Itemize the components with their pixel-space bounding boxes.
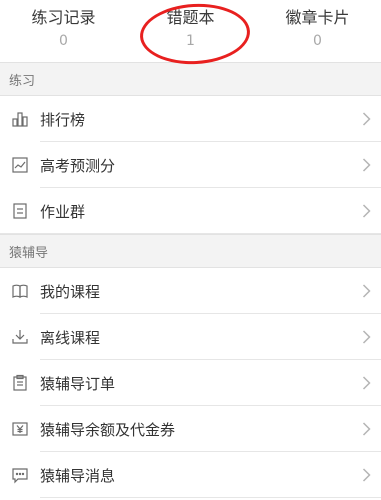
menu-item-gaokao-prediction[interactable]: 高考预测分 — [0, 142, 381, 188]
chevron-right-icon — [351, 268, 381, 314]
menu-item-leaderboard[interactable]: 排行榜 — [0, 96, 381, 142]
menu-item-label: 排行榜 — [40, 110, 86, 129]
menu-item-balance-vouchers[interactable]: 猿辅导余额及代金券 — [0, 406, 381, 452]
menu-item-label: 高考预测分 — [40, 156, 116, 175]
stat-mistake-book[interactable]: 错题本 1 — [127, 0, 254, 62]
book-icon — [0, 268, 40, 314]
download-icon — [0, 314, 40, 360]
stat-label: 练习记录 — [31, 8, 96, 27]
clipboard-icon — [0, 360, 40, 406]
menu-item-label: 猿辅导订单 — [40, 374, 116, 393]
trend-chart-icon — [0, 142, 40, 188]
menu-item-homework-group[interactable]: 作业群 — [0, 188, 381, 234]
chevron-right-icon — [351, 96, 381, 142]
menu-item-messages[interactable]: 猿辅导消息 — [0, 452, 381, 498]
stat-label: 徽章卡片 — [285, 8, 350, 27]
stat-practice-records[interactable]: 练习记录 0 — [0, 0, 127, 62]
menu-item-label: 离线课程 — [40, 328, 101, 347]
stats-bar: 练习记录 0 错题本 1 徽章卡片 0 — [0, 0, 381, 67]
stat-value: 0 — [313, 33, 322, 49]
stat-value: 1 — [186, 33, 195, 49]
chevron-right-icon — [351, 314, 381, 360]
menu-item-orders[interactable]: 猿辅导订单 — [0, 360, 381, 406]
section-header-yuanfudao: 猿辅导 — [0, 234, 381, 268]
menu-item-label: 猿辅导余额及代金券 — [40, 420, 176, 439]
menu-item-label: 作业群 — [40, 202, 86, 221]
bar-chart-icon — [0, 96, 40, 142]
stat-badge-cards[interactable]: 徽章卡片 0 — [254, 0, 381, 62]
stat-value: 0 — [59, 33, 68, 49]
yen-icon — [0, 406, 40, 452]
chevron-right-icon — [351, 406, 381, 452]
menu-item-label: 猿辅导消息 — [40, 466, 116, 485]
message-icon — [0, 452, 40, 498]
stat-label: 错题本 — [166, 8, 215, 27]
menu-item-my-courses[interactable]: 我的课程 — [0, 268, 381, 314]
menu-item-label: 我的课程 — [40, 282, 101, 301]
chevron-right-icon — [351, 452, 381, 498]
chevron-right-icon — [351, 188, 381, 234]
menu-item-offline-courses[interactable]: 离线课程 — [0, 314, 381, 360]
section-header-practice: 练习 — [0, 62, 381, 96]
document-icon — [0, 188, 40, 234]
chevron-right-icon — [351, 360, 381, 406]
chevron-right-icon — [351, 142, 381, 188]
